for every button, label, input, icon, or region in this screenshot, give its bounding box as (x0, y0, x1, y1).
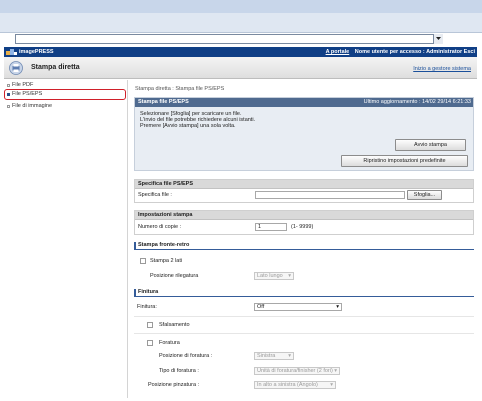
chevron-down-icon: ▾ (334, 368, 337, 374)
chevron-down-icon: ▾ (336, 304, 339, 310)
punch-checkbox[interactable] (147, 340, 153, 346)
divider (134, 333, 474, 334)
print-file-panel: Stampa file PS/EPS Ultimo aggiornamento … (134, 97, 474, 171)
bullet-icon (7, 84, 10, 87)
staple-position-select[interactable]: In alto a sinistra (Angolo) ▾ (254, 381, 336, 389)
imagepress-logo-icon (6, 48, 17, 55)
sidebar-item-image[interactable]: File di immagine (4, 103, 126, 110)
app-header: imagePRESS A portale Nome utente per acc… (4, 47, 477, 57)
file-path-input[interactable] (255, 191, 405, 199)
section-header: Impostazioni stampa (135, 211, 473, 220)
page-subheader: Stampa diretta Inizio a gestore sistema (4, 57, 477, 79)
binding-label: Posizione rilegatura (150, 273, 199, 279)
chevron-down-icon (436, 37, 441, 40)
instruction-line: Premere [Avvio stampa] una sola volta. (140, 123, 236, 129)
bullet-icon (7, 92, 10, 96)
binding-value: Lato lungo (257, 273, 283, 279)
sidebar-item-label: File PS/EPS (12, 91, 43, 97)
chevron-down-icon: ▾ (288, 353, 291, 359)
panel-header: Stampa file PS/EPS Ultimo aggiornamento … (135, 98, 473, 107)
finishing-section-header: Finitura (134, 289, 474, 297)
address-bar[interactable] (15, 34, 443, 44)
section-header: Specifica file PS/EPS (135, 180, 473, 189)
finishing-value: Off (257, 304, 265, 310)
sidebar-item-pdf[interactable]: File PDF (4, 82, 126, 89)
breadcrumb: Stampa diretta : Stampa file PS/EPS (135, 86, 225, 92)
file-spec-section: Specifica file PS/EPS Specifica file : S… (134, 179, 474, 203)
sidebar: File PDF File PS/EPS File di immagine (4, 80, 128, 398)
punch-type-label: Tipo di foratura : (159, 368, 199, 374)
header-links: A portale Nome utente per accesso : Admi… (322, 49, 475, 55)
address-dropdown-button[interactable] (433, 34, 443, 44)
panel-title: Stampa file PS/EPS (138, 99, 189, 105)
finishing-select[interactable]: Off ▾ (254, 303, 342, 311)
staple-position-value: In alto a sinistra (Angolo) (257, 382, 318, 388)
finishing-label: Finitura: (137, 304, 157, 310)
chevron-down-icon: ▾ (288, 273, 291, 279)
punch-label: Foratura (159, 340, 180, 346)
copies-label: Numero di copie : (138, 224, 182, 230)
browser-toolbar (0, 13, 482, 33)
staple-position-label: Posizione pinzatura : (148, 382, 200, 388)
chevron-down-icon: ▾ (330, 382, 333, 388)
browser-top-strip (0, 0, 482, 13)
punch-position-value: Sinistra (257, 353, 276, 359)
sidebar-item-label: File PDF (12, 82, 34, 88)
sidebar-item-label: File di immagine (12, 103, 53, 109)
browse-button[interactable]: Sfoglia... (407, 190, 442, 200)
copies-input[interactable]: 1 (255, 223, 287, 231)
user-login-label[interactable]: Nome utente per accesso : Administrator … (355, 49, 475, 55)
restore-defaults-button[interactable]: Ripristino impostazioni predefinite (341, 155, 468, 167)
duplex-label: Stampa 2 lati (150, 258, 183, 264)
binding-select[interactable]: Lato lungo ▾ (254, 272, 294, 280)
print-settings-section: Impostazioni stampa Numero di copie : 1 … (134, 210, 474, 235)
copies-range: (1- 9999) (291, 224, 314, 230)
last-update-text: Ultimo aggiornamento : 14/02 29/14 6:21:… (363, 99, 471, 105)
bullet-icon (7, 105, 10, 108)
portal-link[interactable]: A portale (326, 49, 350, 55)
punch-position-select[interactable]: Sinistra ▾ (254, 352, 294, 360)
main-content: Stampa diretta : Stampa file PS/EPS Stam… (134, 80, 476, 398)
sidebar-item-ps-eps[interactable]: File PS/EPS (4, 89, 126, 100)
start-print-button[interactable]: Avvio stampa (395, 139, 466, 151)
instructions: Selezionare [Sfoglia] per scaricare un f… (135, 107, 473, 133)
punch-type-value: Unità di foratura/finisher (2 fori) (257, 368, 333, 374)
offset-label: Sfalsamento (159, 322, 190, 328)
direct-print-icon (9, 60, 23, 75)
duplex-checkbox[interactable] (140, 258, 146, 264)
punch-position-label: Posizione di foratura : (159, 353, 213, 359)
spec-file-label: Specifica file : (138, 192, 172, 198)
page-title: Stampa diretta (31, 64, 80, 71)
punch-type-select[interactable]: Unità di foratura/finisher (2 fori) ▾ (254, 367, 340, 375)
divider (134, 316, 474, 317)
duplex-section-header: Stampa fronte-retro (134, 242, 474, 250)
brand-name: imagePRESS (19, 49, 54, 55)
offset-checkbox[interactable] (147, 322, 153, 328)
home-link[interactable]: Inizio a gestore sistema (413, 66, 471, 72)
